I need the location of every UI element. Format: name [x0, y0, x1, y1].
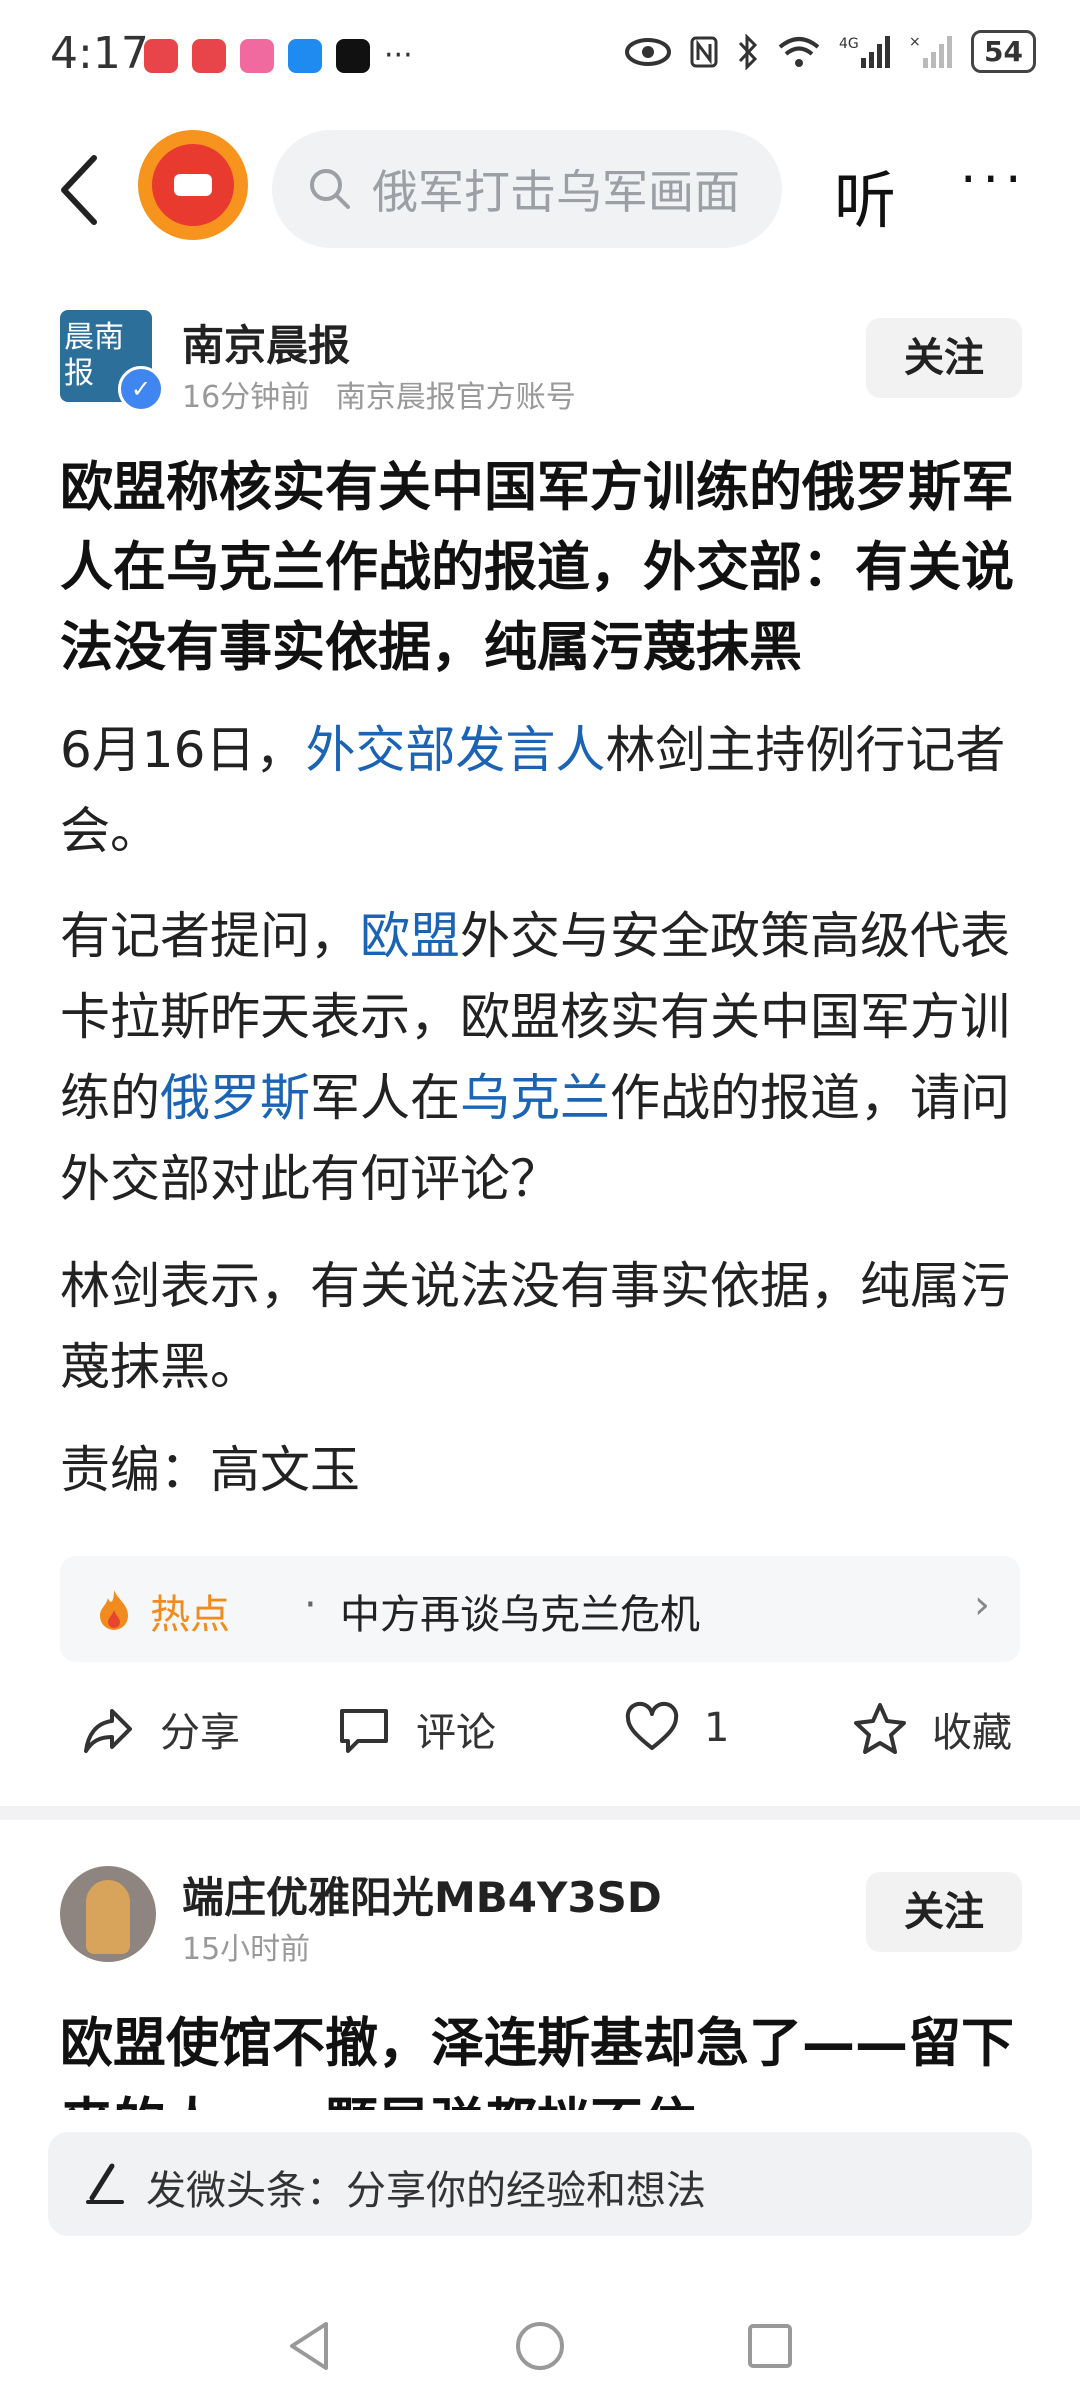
star-icon: [854, 1703, 906, 1754]
search-box[interactable]: 俄军打击乌军画面: [272, 130, 782, 248]
nfc-icon: [690, 36, 718, 67]
comment-label: 评论: [416, 1710, 496, 1756]
separator-dot: ·: [304, 1582, 317, 1628]
keyword-link[interactable]: 外交部发言人: [305, 721, 605, 779]
app-logo-mark: [174, 174, 212, 196]
more-options-button[interactable]: ···: [960, 150, 1028, 210]
nav-home-icon[interactable]: [510, 2316, 570, 2376]
article-paragraph: 林剑表示，有关说法没有事实依据，纯属污蔑抹黑。: [60, 1257, 1010, 1396]
svg-text:×: ×: [909, 34, 921, 50]
battery-icon: 54: [971, 30, 1036, 73]
nav-back-icon[interactable]: [280, 2316, 340, 2376]
like-button[interactable]: 1: [624, 1700, 729, 1756]
notification-icons: ···: [144, 38, 413, 73]
article-paragraph: 6月16日，外交部发言人林剑主持例行记者会。: [60, 710, 1020, 872]
search-icon: [310, 169, 350, 209]
keyword-link[interactable]: 俄罗斯: [160, 1069, 310, 1127]
composer-placeholder: 发微头条：分享你的经验和想法: [146, 2168, 706, 2214]
paragraph-text: 有记者提问，: [60, 907, 360, 965]
post-time: 15小时前: [182, 1932, 311, 1967]
hot-topic-text: 中方再谈乌克兰危机: [340, 1592, 700, 1638]
app-logo-inner: [152, 144, 234, 226]
notification-app-icon: [240, 38, 274, 73]
notification-app-icon: [192, 38, 226, 73]
follow-button[interactable]: 关注: [866, 1872, 1022, 1952]
notification-app-icon: [144, 38, 178, 73]
notification-app-icon: [288, 38, 322, 73]
editor-credit: 责编：高文玉: [60, 1441, 360, 1499]
tiktok-icon: [336, 38, 370, 73]
pen-icon: [86, 2163, 124, 2204]
composer-bar[interactable]: 发微头条：分享你的经验和想法: [48, 2132, 1032, 2236]
keyword-link[interactable]: 欧盟: [360, 907, 460, 965]
back-arrow-icon[interactable]: [50, 150, 110, 230]
share-label: 分享: [160, 1710, 240, 1756]
article-paragraph: 有记者提问，欧盟外交与安全政策高级代表卡拉斯昨天表示，欧盟核实有关中国军方训练的…: [60, 896, 1020, 1220]
hot-topic-bar[interactable]: 热点 · 中方再谈乌克兰危机 ›: [60, 1556, 1020, 1662]
comment-button[interactable]: 评论: [336, 1700, 496, 1758]
author-name[interactable]: 南京晨报: [182, 312, 350, 373]
favorite-button[interactable]: 收藏: [852, 1700, 1012, 1758]
keyword-link[interactable]: 乌克兰: [460, 1069, 610, 1127]
verified-icon: ✓: [118, 366, 164, 412]
post-time: 16分钟前: [182, 380, 311, 415]
svg-text:4G: 4G: [839, 36, 859, 52]
paragraph-text: 6月16日，: [60, 721, 306, 779]
section-divider: [0, 1806, 1080, 1820]
comment-icon: [340, 1709, 388, 1753]
paragraph-text: 军人在: [310, 1069, 460, 1127]
status-time: 4:17: [50, 28, 149, 79]
author-meta: 16分钟前 南京晨报官方账号: [182, 372, 576, 416]
app-logo[interactable]: [138, 130, 248, 240]
wifi-icon: [778, 36, 820, 67]
more-notifications-icon: ···: [384, 38, 413, 73]
hot-label: 热点: [150, 1592, 230, 1638]
signal-4g-icon: 4G: [839, 35, 891, 68]
avatar-figure: [86, 1880, 130, 1954]
signal-weak-icon: ×: [909, 34, 953, 68]
article-title: 欧盟称核实有关中国军方训练的俄罗斯军人在乌克兰作战的报道，外交部：有关说法没有事…: [60, 457, 1014, 678]
flame-icon: [100, 1590, 128, 1630]
post-title[interactable]: 欧盟使馆不撤，泽连斯基却急了——留下来的人，一颗导弹都挡不住: [60, 2004, 1020, 2110]
heart-icon: [625, 1701, 679, 1750]
author-avatar[interactable]: [60, 1866, 156, 1962]
bluetooth-icon: [738, 33, 758, 70]
chevron-right-icon: ›: [974, 1582, 990, 1628]
follow-button[interactable]: 关注: [866, 318, 1022, 398]
search-input[interactable]: 俄军打击乌军画面: [372, 156, 762, 222]
status-icons: 4G × 54: [625, 30, 1036, 73]
listen-button[interactable]: 听: [834, 150, 896, 240]
account-description: 南京晨报官方账号: [335, 380, 576, 415]
like-count: 1: [704, 1705, 730, 1751]
favorite-label: 收藏: [932, 1710, 1012, 1756]
share-button[interactable]: 分享: [80, 1700, 240, 1758]
eye-icon: [625, 37, 672, 66]
share-icon: [84, 1709, 132, 1753]
author-name[interactable]: 端庄优雅阳光MB4Y3SD: [182, 1864, 662, 1925]
nav-recents-icon[interactable]: [740, 2316, 800, 2376]
